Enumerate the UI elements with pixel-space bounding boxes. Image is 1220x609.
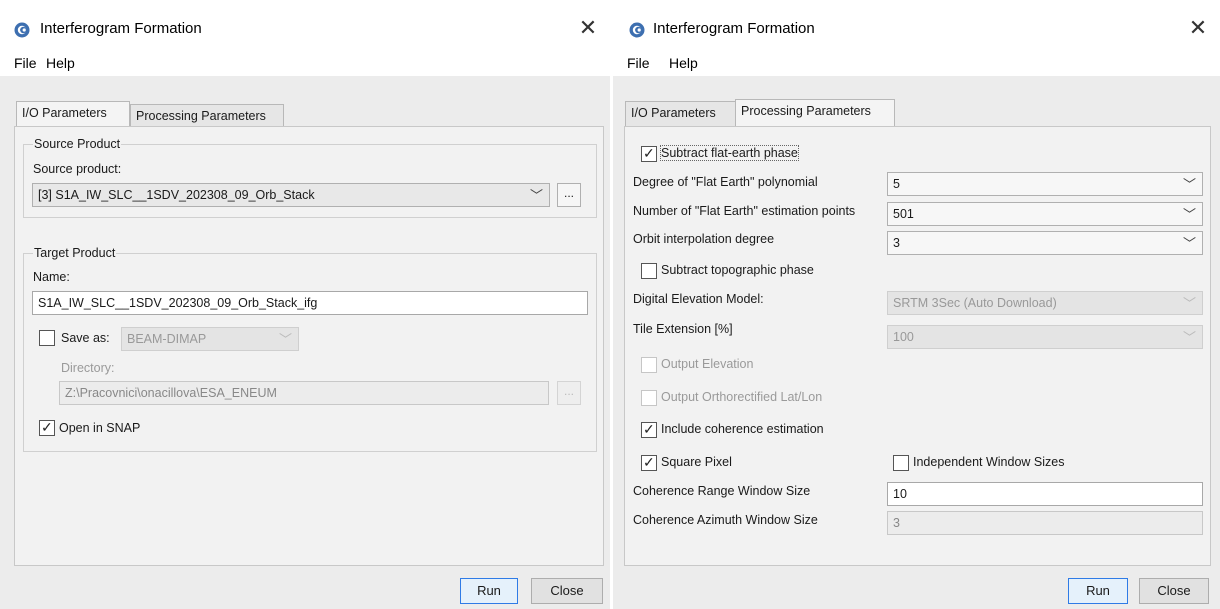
save-format-select[interactable]: BEAM-DIMAP ﹀ [121,327,299,351]
tab-processing-parameters[interactable]: Processing Parameters [735,99,895,127]
close-button[interactable]: Close [531,578,603,604]
square-pixel-label: Square Pixel [661,455,732,469]
output-ortho-checkbox[interactable] [641,390,657,406]
output-elevation-label: Output Elevation [661,357,754,371]
chevron-down-icon: ﹀ [1182,330,1196,345]
menu-file[interactable]: File [14,55,37,71]
independent-window-checkbox[interactable] [893,455,909,471]
directory-browse-button[interactable]: ... [557,381,581,405]
checkmark-icon: ✓ [643,421,655,437]
tile-extension-select[interactable]: 100 ﹀ [887,325,1203,349]
left-dialog-window: Interferogram Formation ✕ File Help I/O … [0,0,610,609]
menu-help[interactable]: Help [46,55,75,71]
target-product-group-label: Target Product [33,246,117,260]
checkmark-icon: ✓ [643,454,655,470]
coh-azimuth-input[interactable]: 3 [887,511,1203,535]
source-product-group-label: Source Product [33,137,122,151]
menu-bar: File Help [0,52,610,76]
directory-input[interactable]: Z:\Pracovnici\onacillova\ESA_ENEUM [59,381,549,405]
close-button[interactable]: Close [1139,578,1209,604]
menu-bar: File Help [613,52,1220,76]
menu-file[interactable]: File [627,55,650,71]
directory-label: Directory: [61,361,115,375]
include-coherence-label: Include coherence estimation [661,422,824,436]
tab-processing-parameters[interactable]: Processing Parameters [130,104,284,128]
target-name-label: Name: [33,270,70,284]
processing-parameters-panel: ✓ Subtract flat-earth phase Degree of "F… [624,126,1211,566]
chevron-down-icon: ﹀ [278,332,292,347]
source-product-select[interactable]: [3] S1A_IW_SLC__1SDV_202308_09_Orb_Stack… [32,183,550,207]
output-elevation-checkbox[interactable] [641,357,657,373]
subtract-topo-checkbox[interactable] [641,263,657,279]
dem-select[interactable]: SRTM 3Sec (Auto Download) ﹀ [887,291,1203,315]
open-in-snap-checkbox[interactable]: ✓ [39,419,55,436]
subtract-flat-earth-checkbox[interactable]: ✓ [641,145,657,162]
save-as-checkbox[interactable] [39,330,55,346]
save-as-label: Save as: [61,331,110,345]
open-in-snap-label: Open in SNAP [59,421,141,435]
run-button[interactable]: Run [460,578,518,604]
chevron-down-icon: ﹀ [1182,207,1196,222]
close-icon[interactable]: ✕ [1184,14,1212,42]
window-title: Interferogram Formation [653,20,815,37]
title-bar: Interferogram Formation ✕ [613,0,1220,52]
coh-azimuth-label: Coherence Azimuth Window Size [633,513,818,527]
source-product-label: Source product: [33,162,122,176]
subtract-flat-earth-label: Subtract flat-earth phase [660,145,799,161]
dem-label: Digital Elevation Model: [633,292,764,306]
num-points-label: Number of "Flat Earth" estimation points [633,204,856,218]
source-product-value: [3] S1A_IW_SLC__1SDV_202308_09_Orb_Stack [38,188,315,202]
degree-select[interactable]: 5 ﹀ [887,172,1203,196]
chevron-down-icon: ﹀ [1182,296,1196,311]
output-ortho-label: Output Orthorectified Lat/Lon [661,390,823,404]
checkmark-icon: ✓ [643,145,655,161]
chevron-down-icon: ﹀ [1182,177,1196,192]
chevron-down-icon: ﹀ [1182,236,1196,251]
save-format-value: BEAM-DIMAP [127,332,207,346]
menu-help[interactable]: Help [669,55,698,71]
tile-extension-label: Tile Extension [%] [633,322,733,336]
orbit-degree-select[interactable]: 3 ﹀ [887,231,1203,255]
degree-value: 5 [893,177,900,191]
num-points-select[interactable]: 501 ﹀ [887,202,1203,226]
degree-label: Degree of "Flat Earth" polynomial [633,175,818,189]
orbit-degree-label: Orbit interpolation degree [633,232,775,246]
subtract-topo-label: Subtract topographic phase [661,263,814,277]
snap-logo-icon [629,22,645,38]
dem-value: SRTM 3Sec (Auto Download) [893,296,1057,310]
num-points-value: 501 [893,207,914,221]
include-coherence-checkbox[interactable]: ✓ [641,421,657,438]
close-icon[interactable]: ✕ [574,14,602,42]
tab-io-parameters[interactable]: I/O Parameters [625,101,737,127]
orbit-degree-value: 3 [893,236,900,250]
title-bar: Interferogram Formation ✕ [0,0,610,52]
run-button[interactable]: Run [1068,578,1128,604]
coh-range-label: Coherence Range Window Size [633,484,811,498]
right-dialog-window: Interferogram Formation ✕ File Help I/O … [613,0,1220,609]
chevron-down-icon: ﹀ [529,188,543,203]
tab-io-parameters[interactable]: I/O Parameters [16,101,130,127]
square-pixel-checkbox[interactable]: ✓ [641,454,657,471]
source-browse-button[interactable]: ... [557,183,581,207]
window-title: Interferogram Formation [40,20,202,37]
target-name-input[interactable]: S1A_IW_SLC__1SDV_202308_09_Orb_Stack_ifg [32,291,588,315]
snap-logo-icon [14,22,30,38]
coh-range-input[interactable]: 10 [887,482,1203,506]
independent-window-label: Independent Window Sizes [913,455,1065,469]
tile-extension-value: 100 [893,330,914,344]
io-parameters-panel: Source Product Source product: [3] S1A_I… [14,126,604,566]
checkmark-icon: ✓ [41,419,53,435]
